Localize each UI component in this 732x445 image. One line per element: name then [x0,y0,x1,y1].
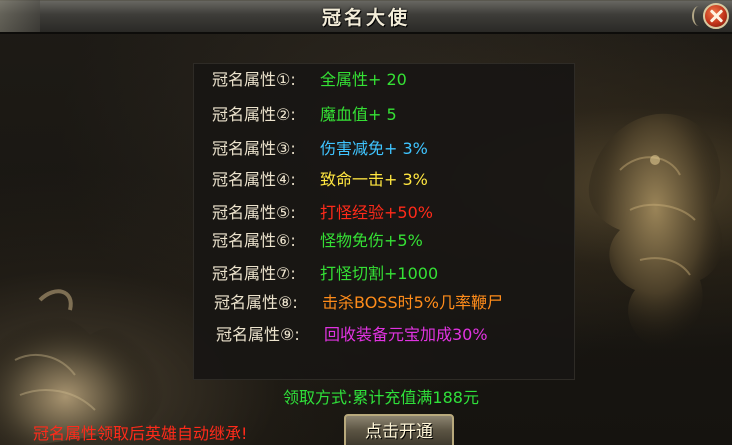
attribute-value: 回收装备元宝加成30% [324,325,488,344]
close-icon[interactable] [703,3,729,29]
attribute-value: 打怪切割+1000 [320,264,439,283]
title-sponsor-window: 冠名大使 冠名属性①: 全属性+ 20 冠名属性②: 魔血值+ 5 冠名属性③:… [0,0,732,445]
attribute-label: 冠名属性⑤: [212,203,296,222]
attribute-value: 伤害减免+ 3% [320,139,428,158]
dragon-statue-right-icon [588,113,723,350]
inherit-notice: 冠名属性领取后英雄自动继承! [33,424,248,443]
window-title: 冠名大使 [321,7,410,29]
attribute-value: 击杀BOSS时5%几率鞭尸 [322,293,503,312]
attribute-value: 怪物免伤+5% [320,231,423,250]
attribute-value: 致命一击+ 3% [320,170,428,189]
attribute-label: 冠名属性②: [212,105,296,124]
attribute-value: 打怪经验+50% [320,203,433,222]
attribute-label: 冠名属性⑧: [214,293,298,312]
attribute-label: 冠名属性⑦: [212,264,296,283]
attribute-value: 魔血值+ 5 [320,105,397,124]
attribute-label: 冠名属性④: [212,170,296,189]
attribute-label: 冠名属性⑥: [212,231,296,250]
attribute-value: 全属性+ 20 [320,70,407,89]
claim-method-text: 领取方式:累计充值满188元 [283,388,479,407]
attribute-label: 冠名属性③: [212,139,296,158]
activate-button[interactable]: 点击开通 [344,414,454,445]
title-bar: 冠名大使 [0,0,732,34]
attribute-label: 冠名属性⑨: [216,325,300,344]
attribute-label: 冠名属性①: [212,70,296,89]
